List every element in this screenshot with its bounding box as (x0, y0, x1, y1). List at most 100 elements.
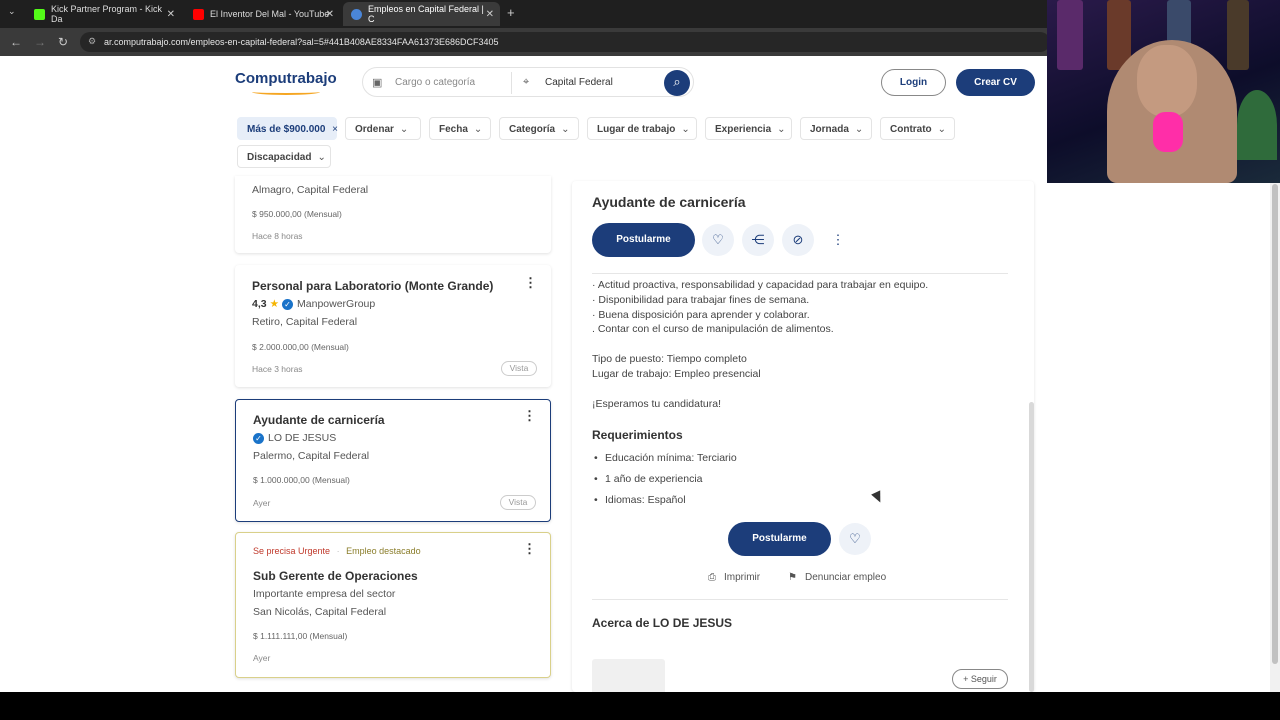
job-salary: $ 1.111.111,00 (Mensual) (253, 631, 348, 641)
more-options-icon[interactable]: ⋮ (822, 224, 854, 256)
youtube-favicon-icon (193, 8, 204, 20)
chevron-down-icon: ⌄ (473, 124, 483, 135)
close-icon[interactable]: ✕ (326, 9, 334, 20)
filter-label: Categoría (509, 124, 556, 135)
job-card[interactable]: Almagro, Capital Federal $ 950.000,00 (M… (235, 176, 551, 253)
tab-label: El Inventor Del Mal - YouTube (210, 9, 330, 19)
location-input[interactable]: Capital Federal (545, 77, 613, 88)
apply-button-bottom[interactable]: Postularme (728, 522, 831, 556)
search-input[interactable]: Cargo o categoría (395, 77, 475, 88)
filter-experiencia[interactable]: Experiencia ⌄ (705, 117, 792, 140)
filter-categoria[interactable]: Categoría ⌄ (499, 117, 579, 140)
remove-filter-icon[interactable]: × (332, 124, 338, 135)
new-tab-icon[interactable]: + (507, 5, 515, 20)
job-location: Retiro, Capital Federal (252, 316, 358, 328)
filter-label: Experiencia (715, 124, 772, 135)
apply-button[interactable]: Postularme (592, 223, 695, 257)
detail-scrollbar[interactable] (1029, 402, 1034, 692)
hide-icon[interactable]: ⊘ (782, 224, 814, 256)
url-text: ar.computrabajo.com/empleos-en-capital-f… (104, 37, 499, 47)
job-posted-time: Hace 8 horas (252, 231, 303, 241)
back-icon[interactable]: ← (10, 35, 22, 49)
star-icon: ★ (269, 298, 280, 310)
job-salary: $ 950.000,00 (Mensual) (252, 209, 342, 219)
job-company[interactable]: ManpowerGroup (297, 298, 375, 310)
work-place: Lugar de trabajo: Empleo presencial (592, 368, 761, 380)
job-card-featured[interactable]: Se precisa Urgente · Empleo destacado ⋮ … (235, 532, 551, 678)
viewed-badge: Vista (500, 495, 536, 510)
login-button[interactable]: Login (881, 69, 946, 96)
job-posted-time: Ayer (253, 653, 271, 663)
wall-poster (1057, 0, 1083, 70)
job-company-row: 4,3 ★ ✓ ManpowerGroup (252, 298, 375, 310)
verified-icon: ✓ (282, 298, 294, 310)
create-cv-button[interactable]: Crear CV (956, 69, 1035, 96)
company-logo (592, 659, 665, 692)
filter-discapacidad[interactable]: Discapacidad ⌄ (237, 145, 331, 168)
filter-label: Jornada (810, 124, 849, 135)
job-card-selected[interactable]: Ayudante de carnicería ⋮ ✓ LO DE JESUS Pa… (235, 399, 551, 522)
filter-salary-active[interactable]: Más de $900.000 × (237, 117, 338, 140)
tab-kick[interactable]: Kick Partner Program - Kick Da ✕ (26, 2, 181, 26)
detail-divider (592, 599, 1008, 600)
company-rating: 4,3 (252, 298, 267, 310)
requirement-item: Idiomas: Español (594, 494, 685, 506)
forward-icon[interactable]: → (34, 35, 46, 49)
filter-ordenar[interactable]: Ordenar ⌄ (345, 117, 421, 140)
printer-icon: ⎙ (708, 572, 716, 583)
heart-icon[interactable]: ♡ (702, 224, 734, 256)
flag-icon: ⚑ (788, 572, 797, 583)
url-field[interactable]: ⚙ ar.computrabajo.com/empleos-en-capital… (80, 32, 1050, 52)
filter-label: Discapacidad (247, 152, 312, 163)
heart-icon[interactable]: ♡ (839, 523, 871, 555)
job-title[interactable]: Personal para Laboratorio (Monte Grande) (252, 279, 493, 293)
globe-favicon-icon (351, 8, 362, 20)
filter-label: Contrato (890, 124, 932, 135)
job-location: Almagro, Capital Federal (252, 184, 369, 196)
tab-search-icon[interactable]: ⌄ (8, 6, 16, 17)
job-salary: $ 1.000.000,00 (Mensual) (253, 475, 350, 485)
job-card[interactable]: Personal para Laboratorio (Monte Grande)… (235, 265, 551, 387)
detail-divider (592, 273, 1008, 274)
filter-fecha[interactable]: Fecha ⌄ (429, 117, 491, 140)
requirement-item: Educación mínima: Terciario (594, 452, 737, 464)
job-title[interactable]: Sub Gerente de Operaciones (253, 569, 418, 583)
reload-icon[interactable]: ↻ (58, 35, 68, 49)
close-icon[interactable]: ✕ (486, 9, 494, 20)
search-bar: ▣ Cargo o categoría ⌖ Capital Federal ⌕ (362, 67, 694, 97)
report-link[interactable]: ⚑ Denunciar empleo (788, 572, 886, 583)
job-posted-time: Hace 3 horas (252, 364, 303, 374)
search-button[interactable]: ⌕ (664, 70, 690, 96)
description-line: · Buena disposición para aprender y cola… (592, 309, 810, 321)
tab-youtube[interactable]: El Inventor Del Mal - YouTube ✕ (185, 2, 340, 26)
job-company[interactable]: LO DE JESUS (268, 432, 336, 444)
requirements-heading: Requerimientos (592, 428, 683, 442)
chevron-down-icon: ⌄ (937, 124, 947, 135)
chevron-down-icon: ⌄ (777, 124, 786, 135)
filter-lugar[interactable]: Lugar de trabajo ⌄ (587, 117, 697, 140)
filter-contrato[interactable]: Contrato ⌄ (880, 117, 955, 140)
page-scrollbar-thumb[interactable] (1272, 184, 1278, 664)
chevron-down-icon: ⌄ (317, 152, 326, 163)
kick-favicon-icon (34, 8, 45, 20)
site-info-icon[interactable]: ⚙ (88, 36, 96, 47)
share-icon[interactable]: ⋲ (742, 224, 774, 256)
verified-icon: ✓ (253, 432, 264, 444)
microphone (1153, 112, 1183, 152)
more-options-icon[interactable]: ⋮ (523, 408, 536, 424)
more-options-icon[interactable]: ⋮ (524, 275, 537, 291)
chevron-down-icon: ⌄ (399, 124, 409, 135)
tab-label: Kick Partner Program - Kick Da (51, 4, 163, 24)
print-link[interactable]: ⎙ Imprimir (708, 572, 760, 583)
tab-computrabajo[interactable]: Empleos en Capital Federal | C ✕ (343, 2, 500, 26)
follow-button[interactable]: + Seguir (952, 669, 1008, 689)
streamer-head (1137, 45, 1197, 117)
job-salary: $ 2.000.000,00 (Mensual) (252, 342, 349, 352)
job-title[interactable]: Ayudante de carnicería (253, 413, 385, 427)
site-logo[interactable]: Computrabajo (235, 70, 337, 87)
filter-jornada[interactable]: Jornada ⌄ (800, 117, 872, 140)
more-options-icon[interactable]: ⋮ (523, 541, 536, 557)
description-line: · Disponibilidad para trabajar fines de … (592, 294, 810, 306)
close-icon[interactable]: ✕ (167, 9, 175, 20)
report-label: Denunciar empleo (804, 572, 887, 583)
